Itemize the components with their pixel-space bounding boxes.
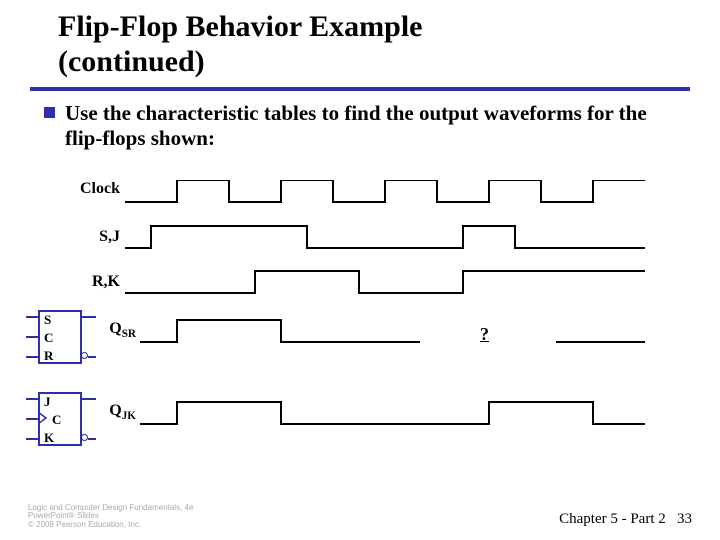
title-line-1: Flip-Flop Behavior Example <box>58 10 422 43</box>
slide-title: Flip-Flop Behavior Example (continued) <box>0 0 720 85</box>
title-line-2: (continued) <box>58 45 205 78</box>
page-number: 33 <box>677 511 692 527</box>
lead-q2 <box>82 398 96 400</box>
lead-qn1 <box>88 356 96 358</box>
pin-c: C <box>44 330 53 346</box>
wave-clock <box>125 180 645 202</box>
wave-qjk <box>140 402 645 424</box>
pin-c2: C <box>52 412 61 428</box>
bubble-qn2 <box>81 434 88 441</box>
pin-s: S <box>44 312 51 328</box>
waveforms-svg <box>0 180 720 480</box>
indeterminate-marker: ? <box>480 324 489 345</box>
wave-rk <box>125 271 645 293</box>
bullet-text: Use the characteristic tables to find th… <box>65 101 680 151</box>
lead-q1 <box>82 316 96 318</box>
footer-page: Chapter 5 - Part 2 33 <box>559 511 692 528</box>
bubble-qn1 <box>81 352 88 359</box>
bullet-square-icon <box>44 107 55 118</box>
footer-copyright: Logic and Computer Design Fundamentals, … <box>28 504 193 530</box>
pin-k: K <box>44 430 54 446</box>
pin-j: J <box>44 394 51 410</box>
lead-s <box>26 316 38 318</box>
chapter-label: Chapter 5 - Part 2 <box>559 511 666 527</box>
lead-c1 <box>26 336 38 338</box>
lead-r1 <box>26 356 38 358</box>
wave-qsr <box>140 320 420 342</box>
timing-diagram: Clock S,J R,K QSR QJK ? S C R J C K <box>0 180 720 500</box>
wave-sj <box>125 226 645 248</box>
pin-r: R <box>44 348 53 364</box>
sr-flipflop-symbol: S C R <box>38 310 82 364</box>
bullet-item: Use the characteristic tables to find th… <box>0 91 720 151</box>
lead-j <box>26 398 38 400</box>
lead-c2l <box>26 418 38 420</box>
lead-k <box>26 438 38 440</box>
lead-qn2 <box>88 438 96 440</box>
clock-edge-triangle <box>38 412 48 424</box>
